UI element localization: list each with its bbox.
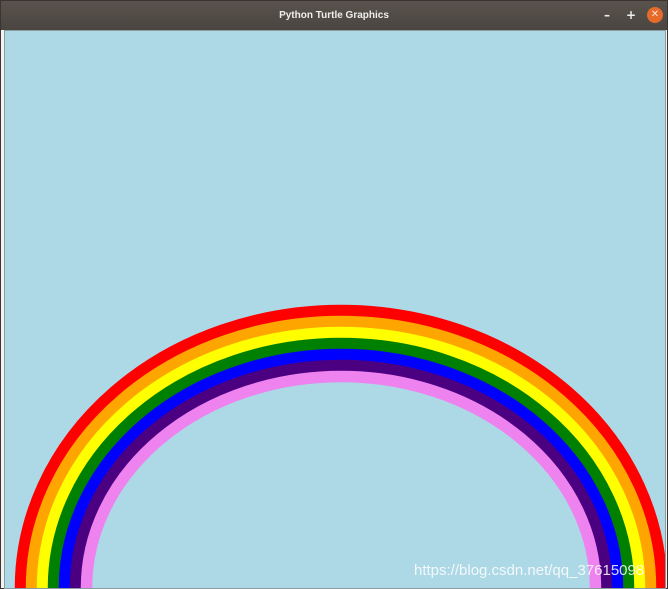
window-title: Python Turtle Graphics xyxy=(279,10,389,21)
canvas-frame xyxy=(4,30,666,589)
watermark-text: https://blog.csdn.net/qq_37615098 xyxy=(414,562,645,579)
rainbow-drawing xyxy=(5,31,665,588)
close-button[interactable]: ✕ xyxy=(647,7,663,23)
maximize-button[interactable]: + xyxy=(623,7,639,23)
title-bar[interactable]: Python Turtle Graphics – + ✕ xyxy=(1,1,667,30)
turtle-window: Python Turtle Graphics – + ✕ https://blo… xyxy=(0,0,668,589)
turtle-canvas xyxy=(5,31,665,588)
minimize-button[interactable]: – xyxy=(599,7,615,23)
